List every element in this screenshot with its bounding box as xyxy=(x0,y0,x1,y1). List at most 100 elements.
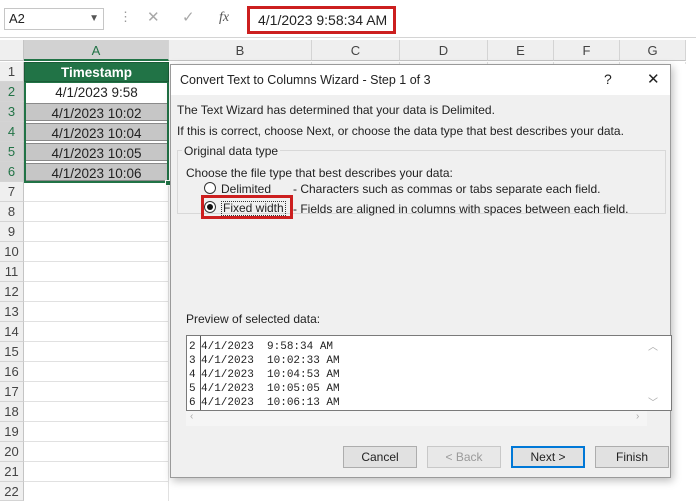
dialog-titlebar: Convert Text to Columns Wizard - Step 1 … xyxy=(171,65,670,95)
gridline xyxy=(24,221,169,222)
gridline xyxy=(24,481,169,482)
gridline xyxy=(24,281,169,282)
column-header-b[interactable]: B xyxy=(169,40,312,61)
preview-row: 2 4/1/2023 9:58:34 AM xyxy=(189,340,333,354)
row-header-21[interactable]: 21 xyxy=(0,462,24,482)
cell-a4[interactable]: 4/1/2023 10:04 xyxy=(26,123,167,141)
column-header-e[interactable]: E xyxy=(488,40,554,61)
cell-a3[interactable]: 4/1/2023 10:02 xyxy=(26,103,167,121)
fixed-width-label[interactable]: Fixed width xyxy=(221,201,286,216)
scroll-down-icon[interactable]: ﹀ xyxy=(648,394,658,409)
row-header-20[interactable]: 20 xyxy=(0,442,24,462)
row-header-10[interactable]: 10 xyxy=(0,242,24,262)
column-header-f[interactable]: F xyxy=(554,40,620,61)
row-header-5[interactable]: 5 xyxy=(0,142,24,162)
row-header-9[interactable]: 9 xyxy=(0,222,24,242)
gridline xyxy=(24,361,169,362)
fixed-width-description: - Fields are aligned in columns with spa… xyxy=(293,202,629,216)
row-header-13[interactable]: 13 xyxy=(0,302,24,322)
column-header-a[interactable]: A xyxy=(24,40,169,61)
gridline xyxy=(24,341,169,342)
row-header-15[interactable]: 15 xyxy=(0,342,24,362)
wizard-description-line1: The Text Wizard has determined that your… xyxy=(177,103,495,117)
delimited-label[interactable]: Delimited xyxy=(221,182,271,196)
row-header-12[interactable]: 12 xyxy=(0,282,24,302)
name-box-value: A2 xyxy=(9,11,25,26)
formula-input[interactable]: 4/1/2023 9:58:34 AM xyxy=(247,6,396,34)
cell-a2[interactable]: 4/1/2023 9:58 xyxy=(26,83,167,102)
next-button[interactable]: Next > xyxy=(511,446,585,468)
row-header-4[interactable]: 4 xyxy=(0,122,24,142)
column-header-d[interactable]: D xyxy=(400,40,488,61)
wizard-description-line2: If this is correct, choose Next, or choo… xyxy=(177,124,624,138)
horizontal-scrollbar[interactable]: ‹ › xyxy=(186,411,647,426)
gridline xyxy=(24,441,169,442)
preview-row-number: 3 xyxy=(189,355,196,367)
preview-row-number: 4 xyxy=(189,369,196,381)
cell-a6[interactable]: 4/1/2023 10:06 xyxy=(26,163,167,181)
convert-text-to-columns-dialog: Convert Text to Columns Wizard - Step 1 … xyxy=(170,64,672,478)
select-all-corner[interactable] xyxy=(0,40,24,61)
row-header-18[interactable]: 18 xyxy=(0,402,24,422)
row-header-19[interactable]: 19 xyxy=(0,422,24,442)
row-header-8[interactable]: 8 xyxy=(0,202,24,222)
choose-file-type-label: Choose the file type that best describes… xyxy=(186,166,453,180)
preview-row-text: 4/1/2023 10:05:05 AM xyxy=(201,383,340,395)
gridline xyxy=(24,321,169,322)
preview-label: Preview of selected data: xyxy=(186,312,321,326)
row-header-3[interactable]: 3 xyxy=(0,102,24,122)
preview-row-text: 4/1/2023 10:06:13 AM xyxy=(201,397,340,409)
timestamp-header-cell[interactable]: Timestamp xyxy=(24,62,169,82)
formula-value: 4/1/2023 9:58:34 AM xyxy=(258,12,388,28)
preview-box[interactable]: 2 4/1/2023 9:58:34 AM 3 4/1/2023 10:02:33 … xyxy=(186,335,672,411)
gridline xyxy=(24,401,169,402)
formula-bar: A2 ▼ ⋮ ✕ ✓ fx 4/1/2023 9:58:34 AM xyxy=(0,0,696,38)
preview-row-number: 6 xyxy=(189,397,196,409)
gridline xyxy=(24,381,169,382)
preview-row: 5 4/1/2023 10:05:05 AM xyxy=(189,382,340,396)
insert-function-icon[interactable]: fx xyxy=(219,10,229,26)
chevron-down-icon[interactable]: ▼ xyxy=(89,9,99,29)
scroll-right-icon[interactable]: › xyxy=(636,411,639,422)
column-header-g[interactable]: G xyxy=(620,40,686,61)
row-header-11[interactable]: 11 xyxy=(0,262,24,282)
row-header-7[interactable]: 7 xyxy=(0,182,24,202)
preview-row: 3 4/1/2023 10:02:33 AM xyxy=(189,354,340,368)
name-box[interactable]: A2 ▼ xyxy=(4,8,104,30)
gridline xyxy=(24,301,169,302)
row-header-22[interactable]: 22 xyxy=(0,482,24,501)
row-header-17[interactable]: 17 xyxy=(0,382,24,402)
cell-a5[interactable]: 4/1/2023 10:05 xyxy=(26,143,167,161)
row-header-14[interactable]: 14 xyxy=(0,322,24,342)
delimited-radio[interactable] xyxy=(204,182,216,194)
gridline xyxy=(24,201,169,202)
scroll-left-icon[interactable]: ‹ xyxy=(190,411,193,422)
preview-row-text: 4/1/2023 9:58:34 AM xyxy=(201,341,334,353)
radio-selected-dot xyxy=(207,204,213,210)
preview-row-number: 5 xyxy=(189,383,196,395)
gridline xyxy=(24,241,169,242)
gridline xyxy=(24,261,169,262)
preview-row-text: 4/1/2023 10:04:53 AM xyxy=(201,369,340,381)
delimited-description: - Characters such as commas or tabs sepa… xyxy=(293,182,601,196)
close-icon[interactable]: ✕ xyxy=(647,70,660,88)
cancel-icon[interactable]: ✕ xyxy=(147,8,160,28)
preview-row: 6 4/1/2023 10:06:13 AM xyxy=(189,396,340,410)
back-button[interactable]: < Back xyxy=(427,446,501,468)
preview-row-number: 2 xyxy=(189,341,196,353)
help-icon[interactable]: ? xyxy=(604,71,612,87)
group-label: Original data type xyxy=(182,144,281,158)
row-header-6[interactable]: 6 xyxy=(0,162,24,182)
row-header-16[interactable]: 16 xyxy=(0,362,24,382)
cancel-button[interactable]: Cancel xyxy=(343,446,417,468)
column-header-c[interactable]: C xyxy=(312,40,400,61)
grip-icon: ⋮ xyxy=(119,9,132,24)
finish-button[interactable]: Finish xyxy=(595,446,669,468)
scroll-up-icon[interactable]: ︿ xyxy=(648,338,658,353)
row-header-2[interactable]: 2 xyxy=(0,82,24,102)
dialog-title: Convert Text to Columns Wizard - Step 1 … xyxy=(180,73,431,87)
fixed-width-radio[interactable] xyxy=(204,201,216,213)
preview-row-text: 4/1/2023 10:02:33 AM xyxy=(201,355,340,367)
row-header-1[interactable]: 1 xyxy=(0,62,24,82)
enter-icon[interactable]: ✓ xyxy=(182,8,195,28)
